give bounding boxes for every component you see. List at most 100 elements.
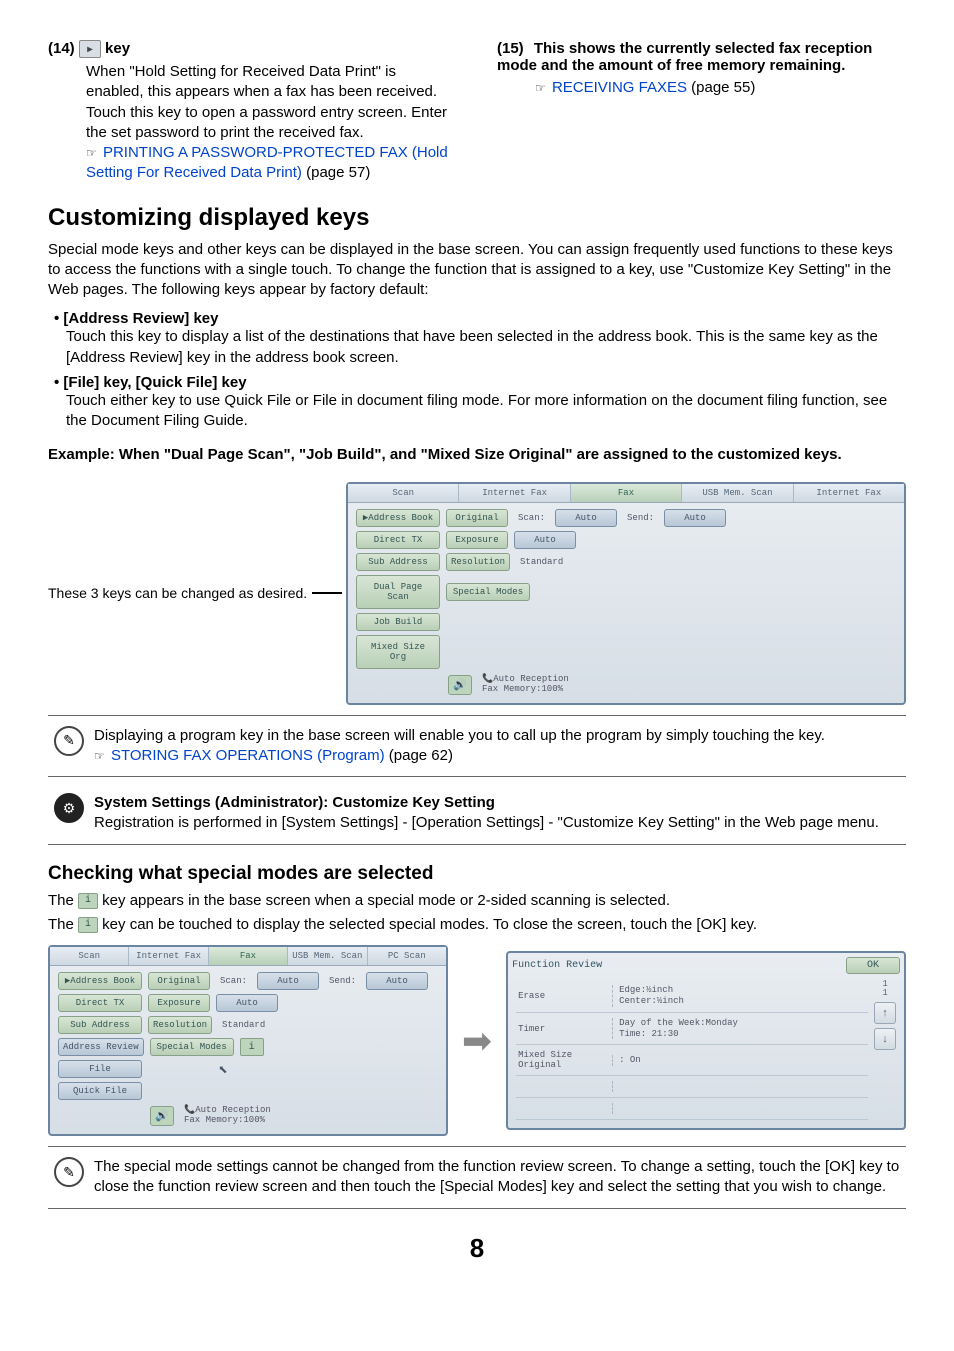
- btn2-quick-file[interactable]: Quick File: [58, 1082, 142, 1100]
- btn-original[interactable]: Original: [446, 509, 508, 527]
- item-15-link-suffix: (page 55): [687, 79, 755, 96]
- note-system-settings: ⚙ System Settings (Administrator): Custo…: [48, 783, 906, 845]
- item-14-body: When "Hold Setting for Received Data Pri…: [86, 62, 457, 143]
- page-number: 8: [48, 1233, 906, 1264]
- speaker-icon[interactable]: 🔊: [448, 675, 472, 695]
- btn-special-modes[interactable]: Special Modes: [446, 583, 530, 601]
- footer-fax-memory: Fax Memory:100%: [482, 684, 563, 694]
- item-14-linkrow: ☞ PRINTING A PASSWORD-PROTECTED FAX (Hol…: [86, 143, 457, 184]
- item-15-title: This shows the currently selected fax re…: [497, 40, 872, 74]
- arrow-right-icon: ➡: [462, 1020, 492, 1062]
- btn2-file[interactable]: File: [58, 1060, 142, 1078]
- heading-customizing: Customizing displayed keys: [48, 204, 906, 232]
- btn-direct-tx[interactable]: Direct TX: [356, 531, 440, 549]
- btn-exposure[interactable]: Exposure: [446, 531, 508, 549]
- tab2-usb[interactable]: USB Mem. Scan: [288, 947, 367, 965]
- page-down-button[interactable]: ↓: [874, 1028, 896, 1050]
- heading-checking: Checking what special modes are selected: [48, 863, 906, 885]
- val-scan-auto: Auto: [555, 509, 617, 527]
- pointer-icon: ☞: [535, 81, 546, 95]
- item-14-link[interactable]: PRINTING A PASSWORD-PROTECTED FAX (Hold …: [86, 144, 448, 181]
- note-function-review: ✎ The special mode settings cannot be ch…: [48, 1146, 906, 1209]
- item-14-num: (14): [48, 40, 75, 57]
- item-14-link-suffix: (page 57): [302, 164, 370, 181]
- bullet-file-body: Touch either key to use Quick File or Fi…: [66, 391, 906, 432]
- connector-line: [312, 592, 342, 594]
- tab-scan[interactable]: Scan: [348, 484, 459, 502]
- ok-button[interactable]: OK: [846, 957, 900, 974]
- btn-dual-page-scan[interactable]: Dual Page Scan: [356, 575, 440, 609]
- note2-head: System Settings (Administrator): Customi…: [94, 793, 900, 813]
- tab2-ifax[interactable]: Internet Fax: [129, 947, 208, 965]
- btn2-address-book[interactable]: ▶Address Book: [58, 972, 142, 990]
- paragraph-check-2: The i key can be touched to display the …: [48, 915, 906, 935]
- rv-mixed-value: : On: [612, 1055, 866, 1066]
- bullet-address-review-body: Touch this key to display a list of the …: [66, 327, 906, 368]
- pointer-icon: ☞: [94, 749, 105, 763]
- bullet-address-review-head: • [Address Review] key: [54, 310, 906, 327]
- doc-receive-icon: ▸: [79, 40, 101, 58]
- item-14-key-suffix: key: [101, 40, 130, 57]
- bullet-file-head: • [File] key, [Quick File] key: [54, 374, 906, 391]
- lbl-send: Send:: [623, 513, 658, 523]
- btn-mixed-size-org[interactable]: Mixed Size Org: [356, 635, 440, 669]
- keys-caption: These 3 keys can be changed as desired.: [48, 584, 308, 602]
- note1-text: Displaying a program key in the base scr…: [94, 727, 825, 744]
- note1-link-suffix: (page 62): [385, 747, 453, 764]
- note-program-key: ✎ Displaying a program key in the base s…: [48, 715, 906, 778]
- tab2-fax[interactable]: Fax: [209, 947, 288, 965]
- rv-erase-value: Edge:½inch Center:½inch: [612, 985, 866, 1007]
- tab2-scan[interactable]: Scan: [50, 947, 129, 965]
- btn2-original[interactable]: Original: [148, 972, 210, 990]
- info-i-icon: i: [78, 893, 98, 909]
- btn2-exposure[interactable]: Exposure: [148, 994, 210, 1012]
- cursor-icon: ⬉: [218, 1063, 228, 1079]
- tab-ifax2[interactable]: Internet Fax: [794, 484, 904, 502]
- val-resolution-standard: Standard: [516, 557, 567, 567]
- btn-sub-address[interactable]: Sub Address: [356, 553, 440, 571]
- tab-fax[interactable]: Fax: [571, 484, 682, 502]
- review-title: Function Review: [512, 960, 602, 971]
- tab-ifax[interactable]: Internet Fax: [459, 484, 570, 502]
- tab2-pc[interactable]: PC Scan: [368, 947, 446, 965]
- lbl2-scan: Scan:: [216, 976, 251, 986]
- item-15-linkrow: ☞ RECEIVING FAXES (page 55): [535, 78, 906, 98]
- item-15-link[interactable]: RECEIVING FAXES: [552, 79, 687, 96]
- speaker-icon[interactable]: 🔊: [150, 1106, 174, 1126]
- val2-resolution-standard: Standard: [218, 1020, 269, 1030]
- tab-usb[interactable]: USB Mem. Scan: [682, 484, 793, 502]
- btn2-special-modes[interactable]: Special Modes: [150, 1038, 234, 1056]
- page-up-button[interactable]: ↑: [874, 1002, 896, 1024]
- btn2-resolution[interactable]: Resolution: [148, 1016, 212, 1034]
- footer2-fax-memory: Fax Memory:100%: [184, 1115, 265, 1125]
- rv-mixed-label: Mixed Size Original: [518, 1050, 604, 1070]
- function-review-panel: Function Review OK Erase Edge:½inch Cent…: [506, 951, 906, 1130]
- info-i-icon: i: [78, 917, 98, 933]
- footer2-auto-reception: Auto Reception: [195, 1105, 271, 1115]
- btn-resolution[interactable]: Resolution: [446, 553, 510, 571]
- mock-panel-2: Scan Internet Fax Fax USB Mem. Scan PC S…: [48, 945, 448, 1136]
- rv-timer-value: Day of the Week:Monday Time: 21:30: [612, 1018, 866, 1040]
- item-14-head: (14) ▸ key: [48, 40, 457, 58]
- item-15-num: (15): [497, 40, 524, 57]
- lbl2-send: Send:: [325, 976, 360, 986]
- gear-note-icon: ⚙: [54, 793, 84, 823]
- info-i-button[interactable]: i: [240, 1038, 264, 1056]
- rv-timer-label: Timer: [518, 1024, 604, 1034]
- btn2-direct-tx[interactable]: Direct TX: [58, 994, 142, 1012]
- rv-erase-label: Erase: [518, 991, 604, 1001]
- val2-send-auto: Auto: [366, 972, 428, 990]
- btn-address-book[interactable]: ▶Address Book: [356, 509, 440, 527]
- btn2-sub-address[interactable]: Sub Address: [58, 1016, 142, 1034]
- paragraph-customizing: Special mode keys and other keys can be …: [48, 240, 906, 301]
- val2-exposure-auto: Auto: [216, 994, 278, 1012]
- pointer-icon: ☞: [86, 146, 97, 160]
- page-indicator: 1 1: [882, 980, 887, 998]
- note2-body: Registration is performed in [System Set…: [94, 813, 900, 833]
- note3-text: The special mode settings cannot be chan…: [94, 1158, 899, 1195]
- btn2-address-review[interactable]: Address Review: [58, 1038, 144, 1056]
- val-send-auto: Auto: [664, 509, 726, 527]
- note1-link[interactable]: STORING FAX OPERATIONS (Program): [111, 747, 385, 764]
- rv-empty-row: [516, 1076, 868, 1098]
- btn-job-build[interactable]: Job Build: [356, 613, 440, 631]
